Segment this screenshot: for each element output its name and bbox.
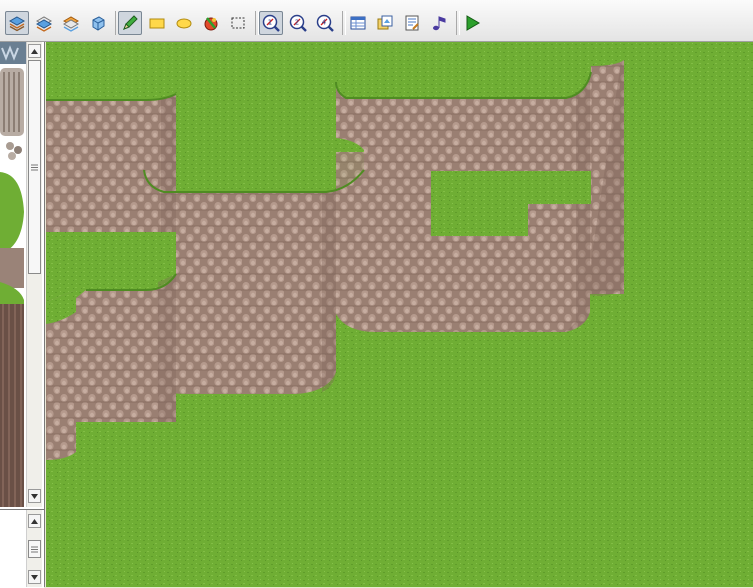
sound-test-icon[interactable] <box>427 11 451 35</box>
svg-text:1: 1 <box>268 19 272 27</box>
toolbar: 1 2 4 <box>0 0 753 42</box>
select-icon[interactable] <box>226 11 250 35</box>
rectangle-icon[interactable] <box>145 11 169 35</box>
scroll-down-arrow[interactable] <box>28 570 41 584</box>
scroll-thumb[interactable] <box>28 540 41 558</box>
svg-text:2: 2 <box>295 19 299 27</box>
map-tree-scrollbar[interactable] <box>26 510 42 587</box>
map-terrain <box>46 42 753 587</box>
tileset-scrollbar[interactable] <box>26 42 42 507</box>
play-icon[interactable] <box>460 11 484 35</box>
svg-text:4: 4 <box>322 19 327 27</box>
resource-manager-icon[interactable] <box>373 11 397 35</box>
script-editor-icon[interactable] <box>400 11 424 35</box>
scroll-up-arrow[interactable] <box>28 514 41 528</box>
event-layer-icon[interactable] <box>86 11 110 35</box>
scroll-thumb[interactable] <box>28 60 41 274</box>
layer-1-icon[interactable] <box>5 11 29 35</box>
map-canvas[interactable] <box>46 42 753 587</box>
tileset-preview[interactable] <box>0 42 26 507</box>
tileset-palette <box>0 42 45 588</box>
scroll-down-arrow[interactable] <box>28 489 41 503</box>
layer-3-icon[interactable] <box>59 11 83 35</box>
zoom-1-4-icon[interactable]: 4 <box>313 11 337 35</box>
scroll-up-arrow[interactable] <box>28 44 41 58</box>
database-icon[interactable] <box>346 11 370 35</box>
pencil-icon[interactable] <box>118 11 142 35</box>
layer-2-icon[interactable] <box>32 11 56 35</box>
fill-icon[interactable] <box>199 11 223 35</box>
zoom-1-2-icon[interactable]: 2 <box>286 11 310 35</box>
ellipse-icon[interactable] <box>172 11 196 35</box>
zoom-1-1-icon[interactable]: 1 <box>259 11 283 35</box>
